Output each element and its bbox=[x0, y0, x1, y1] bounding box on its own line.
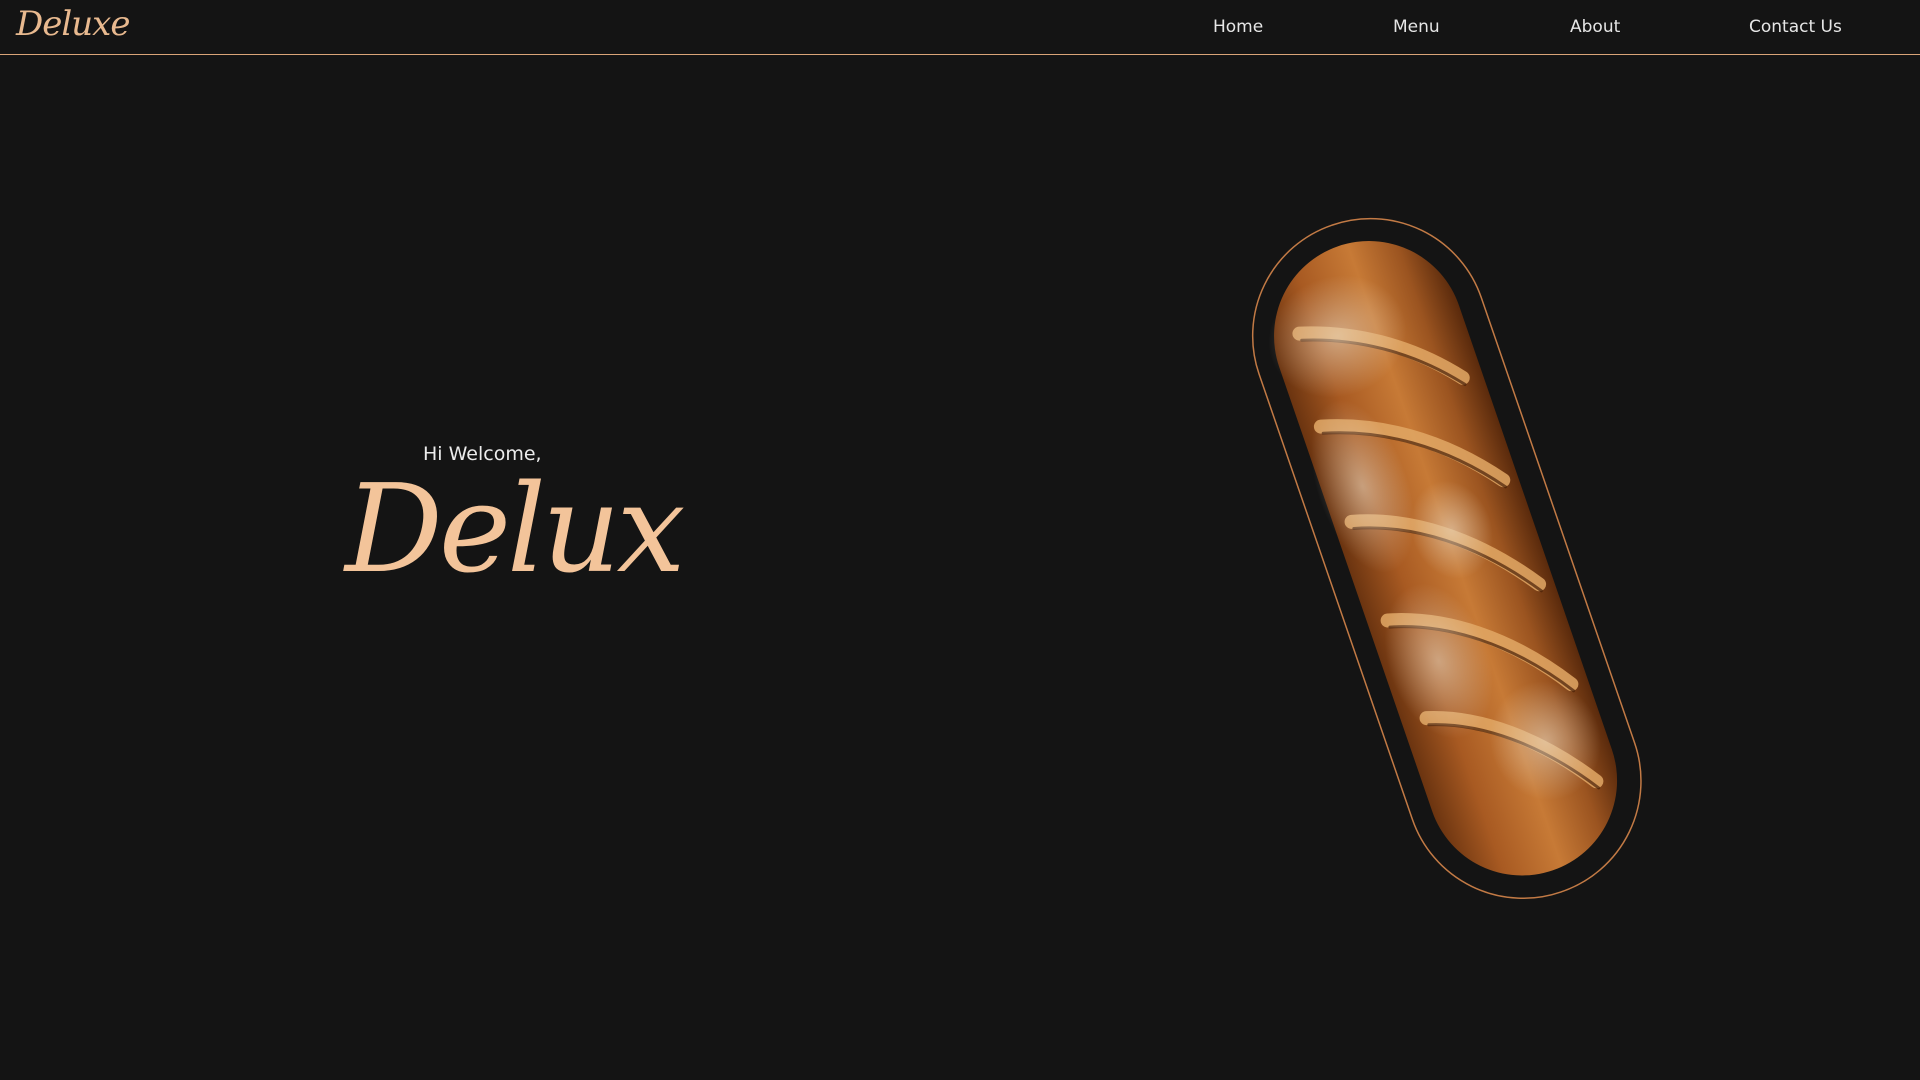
nav-link-home[interactable]: Home bbox=[1213, 17, 1263, 37]
navbar: Deluxe Home Menu About Contact Us bbox=[0, 0, 1920, 55]
nav-link-about[interactable]: About bbox=[1570, 17, 1620, 37]
baguette-illustration bbox=[1251, 217, 1642, 900]
nav-link-contact[interactable]: Contact Us bbox=[1749, 17, 1842, 37]
brand-logo[interactable]: Deluxe bbox=[16, 4, 130, 44]
bread-image bbox=[1230, 200, 1670, 920]
nav-link-menu[interactable]: Menu bbox=[1393, 17, 1440, 37]
hero-title: Delux bbox=[345, 458, 685, 600]
